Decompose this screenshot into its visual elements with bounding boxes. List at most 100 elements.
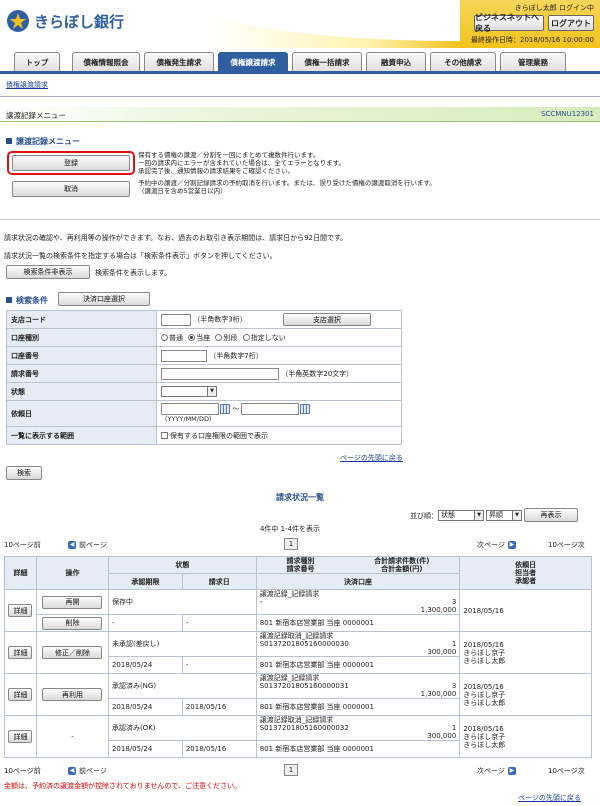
- resume-button[interactable]: 再開: [42, 595, 103, 609]
- branch-code-input[interactable]: [161, 313, 191, 326]
- request-type: 譲渡記録_記録請求: [259, 590, 320, 598]
- page-title-bar: 譲渡記録メニュー SCCMNU12301: [0, 107, 600, 122]
- chevron-down-icon: ▼: [207, 387, 216, 396]
- next-page-link[interactable]: 次ページ ▶: [477, 540, 519, 550]
- branch-select-button[interactable]: 支店選択: [282, 313, 371, 326]
- date-to-input[interactable]: [241, 403, 300, 415]
- tab-admin[interactable]: 管理業務: [500, 52, 566, 71]
- delete-button[interactable]: 削除: [42, 616, 103, 630]
- radio-ordinary[interactable]: 普通: [161, 333, 183, 342]
- tab-issue[interactable]: 債権発生請求: [144, 52, 214, 71]
- sort-field-select[interactable]: 状態 ▼: [438, 510, 484, 521]
- results-table: 詳細 操作 状態 請求種別 請求番号 合計請求件数(件) 合計金額(円) 依頼日 担…: [4, 556, 592, 758]
- radio-unspecified[interactable]: 指定しない: [242, 333, 286, 342]
- page-top-link[interactable]: ページの先頭に戻る: [340, 453, 403, 463]
- arrow-left-icon: ◀: [68, 767, 76, 775]
- search-section-title: 検索条件: [6, 295, 48, 306]
- calendar-icon[interactable]: [300, 404, 311, 414]
- branch-code-cell: （半角数字3桁） 支店選択: [156, 310, 402, 329]
- table-row: 詳細 再開 保存中 譲渡記録_記録請求 - 3 1,300,000 2018/05…: [4, 589, 592, 632]
- edit-delete-button[interactable]: 修正／削除: [42, 646, 103, 659]
- request-number-input[interactable]: [161, 367, 279, 380]
- page-top-link-bottom[interactable]: ページの先頭に戻る: [518, 793, 581, 803]
- account-number-hint: （半角数字7桁）: [209, 351, 263, 360]
- result-count: 4件中 1-4件を表示: [259, 525, 321, 533]
- prev-page-label: 前ページ: [79, 767, 107, 775]
- section-divider: [0, 219, 600, 220]
- radio-checking[interactable]: 当座: [188, 333, 210, 342]
- requester-cell: 2018/05/16 きらぼし京子 きらぼし太郎: [459, 715, 592, 758]
- radio-special-label: 別段: [223, 333, 238, 342]
- last-operation-time: 最終操作日時：2018/05/16 10:00:00: [470, 36, 594, 44]
- request-number: S0137201805160000032: [259, 724, 349, 732]
- register-desc-line: 保有する債権の譲渡／分割を一回にまとめて複数件行います。: [138, 151, 320, 159]
- calendar-icon[interactable]: [220, 404, 230, 414]
- op-cell: 削除: [35, 614, 109, 632]
- page-number-bottom[interactable]: 1: [284, 764, 298, 776]
- status-cell: 未承認(差戻し): [107, 631, 257, 657]
- request-number-cell: （半角英数字20文字）: [156, 364, 402, 383]
- logout-button[interactable]: ログアウト: [548, 15, 594, 31]
- next-page-link-bottom[interactable]: 次ページ ▶: [477, 766, 519, 776]
- detail-button[interactable]: 詳細: [8, 730, 33, 743]
- range-checkbox[interactable]: [161, 431, 168, 439]
- cancel-desc-line: （譲渡日を含め5営業日以内）: [138, 187, 227, 195]
- page-number[interactable]: 1: [284, 538, 298, 550]
- search-form-table: 支店コード （半角数字3桁） 支店選択 口座種別 普通 当座 別段 指定しない …: [6, 310, 402, 445]
- account-select-button[interactable]: 決済口座選択: [58, 292, 150, 306]
- request-number-label: 請求番号: [6, 364, 157, 383]
- branch-code-hint: （半角数字3桁）: [193, 315, 247, 324]
- account-number-input[interactable]: [161, 349, 207, 362]
- toggle-search-desc: 検索条件を表示します。: [95, 269, 172, 277]
- bank-name: きらぼし銀行: [34, 12, 125, 31]
- status-select[interactable]: ▼: [161, 386, 217, 397]
- account-cell: 801 新宿本店営業部 当座 0000001: [255, 656, 461, 674]
- sort-order-select[interactable]: 昇順 ▼: [486, 510, 522, 521]
- tab-top[interactable]: トップ: [14, 52, 60, 71]
- radio-unspecified-label: 指定しない: [250, 333, 286, 342]
- redisplay-button[interactable]: 再表示: [524, 508, 578, 522]
- date-from-input[interactable]: [161, 403, 219, 415]
- tab-inquiry[interactable]: 債権情報照会: [72, 52, 140, 71]
- radio-special[interactable]: 別段: [215, 333, 238, 342]
- detail-button[interactable]: 詳細: [8, 646, 33, 659]
- register-desc-line: 承認完了後、通知情報の請求結果をご確認ください。: [138, 167, 294, 175]
- tab-loan[interactable]: 融資申込: [366, 52, 426, 71]
- prev-page-label: 前ページ: [79, 541, 107, 549]
- tab-other[interactable]: その他請求: [430, 52, 496, 71]
- search-button[interactable]: 検索: [6, 466, 42, 480]
- next10-link-bottom[interactable]: 10ページ次: [548, 766, 585, 776]
- register-button[interactable]: 登録: [12, 155, 130, 171]
- toggle-search-button[interactable]: 検索条件非表示: [6, 265, 90, 279]
- col-approver: 承認者: [515, 577, 537, 585]
- approver-name: きらぼし太郎: [463, 656, 506, 665]
- type-cell: 譲渡記録_記録請求 - 3 1,300,000: [255, 589, 461, 615]
- detail-button[interactable]: 詳細: [8, 688, 33, 701]
- request-number: S0137201805160000030: [259, 640, 349, 648]
- status-cell: ▼: [156, 382, 402, 401]
- menu-section-title: 譲渡記録メニュー: [6, 136, 80, 147]
- prev-page-link-bottom[interactable]: ◀ 前ページ: [68, 766, 107, 776]
- table-row: 詳細 再利用 承認済み(NG) 譲渡記録_記録請求 S0137201805160…: [4, 673, 592, 716]
- arrow-left-icon: ◀: [68, 541, 76, 549]
- business-net-button[interactable]: ビジネスネットへ戻る: [474, 13, 544, 33]
- tab-transfer[interactable]: 債権譲渡請求: [218, 52, 288, 71]
- requester-date: 2018/05/16: [463, 640, 504, 649]
- approver-name: きらぼし太郎: [463, 698, 506, 707]
- tab-batch[interactable]: 債権一括請求: [292, 52, 362, 71]
- logo: きらぼし銀行: [6, 8, 156, 34]
- next10-link[interactable]: 10ページ次: [548, 540, 585, 550]
- requester-date: 2018/05/16: [463, 606, 504, 615]
- prev10-link-bottom[interactable]: 10ページ前: [4, 766, 41, 776]
- reuse-button[interactable]: 再利用: [42, 688, 103, 701]
- section-square-icon: [6, 297, 12, 303]
- radio-icon: [242, 333, 250, 341]
- deadline-cell: 2018/05/24: [107, 656, 183, 674]
- cancel-description: 予約中の譲渡／分割記録請求の予約取消を行います。または、誤り受けた債権の譲渡取消…: [138, 179, 578, 195]
- subnav-transfer-link[interactable]: 債権譲渡請求: [6, 80, 48, 90]
- prev-page-link[interactable]: ◀ 前ページ: [68, 540, 107, 550]
- detail-button[interactable]: 詳細: [8, 604, 33, 617]
- prev10-link[interactable]: 10ページ前: [4, 540, 41, 550]
- cancel-button[interactable]: 取消: [12, 181, 130, 197]
- subnav-divider: [0, 96, 600, 97]
